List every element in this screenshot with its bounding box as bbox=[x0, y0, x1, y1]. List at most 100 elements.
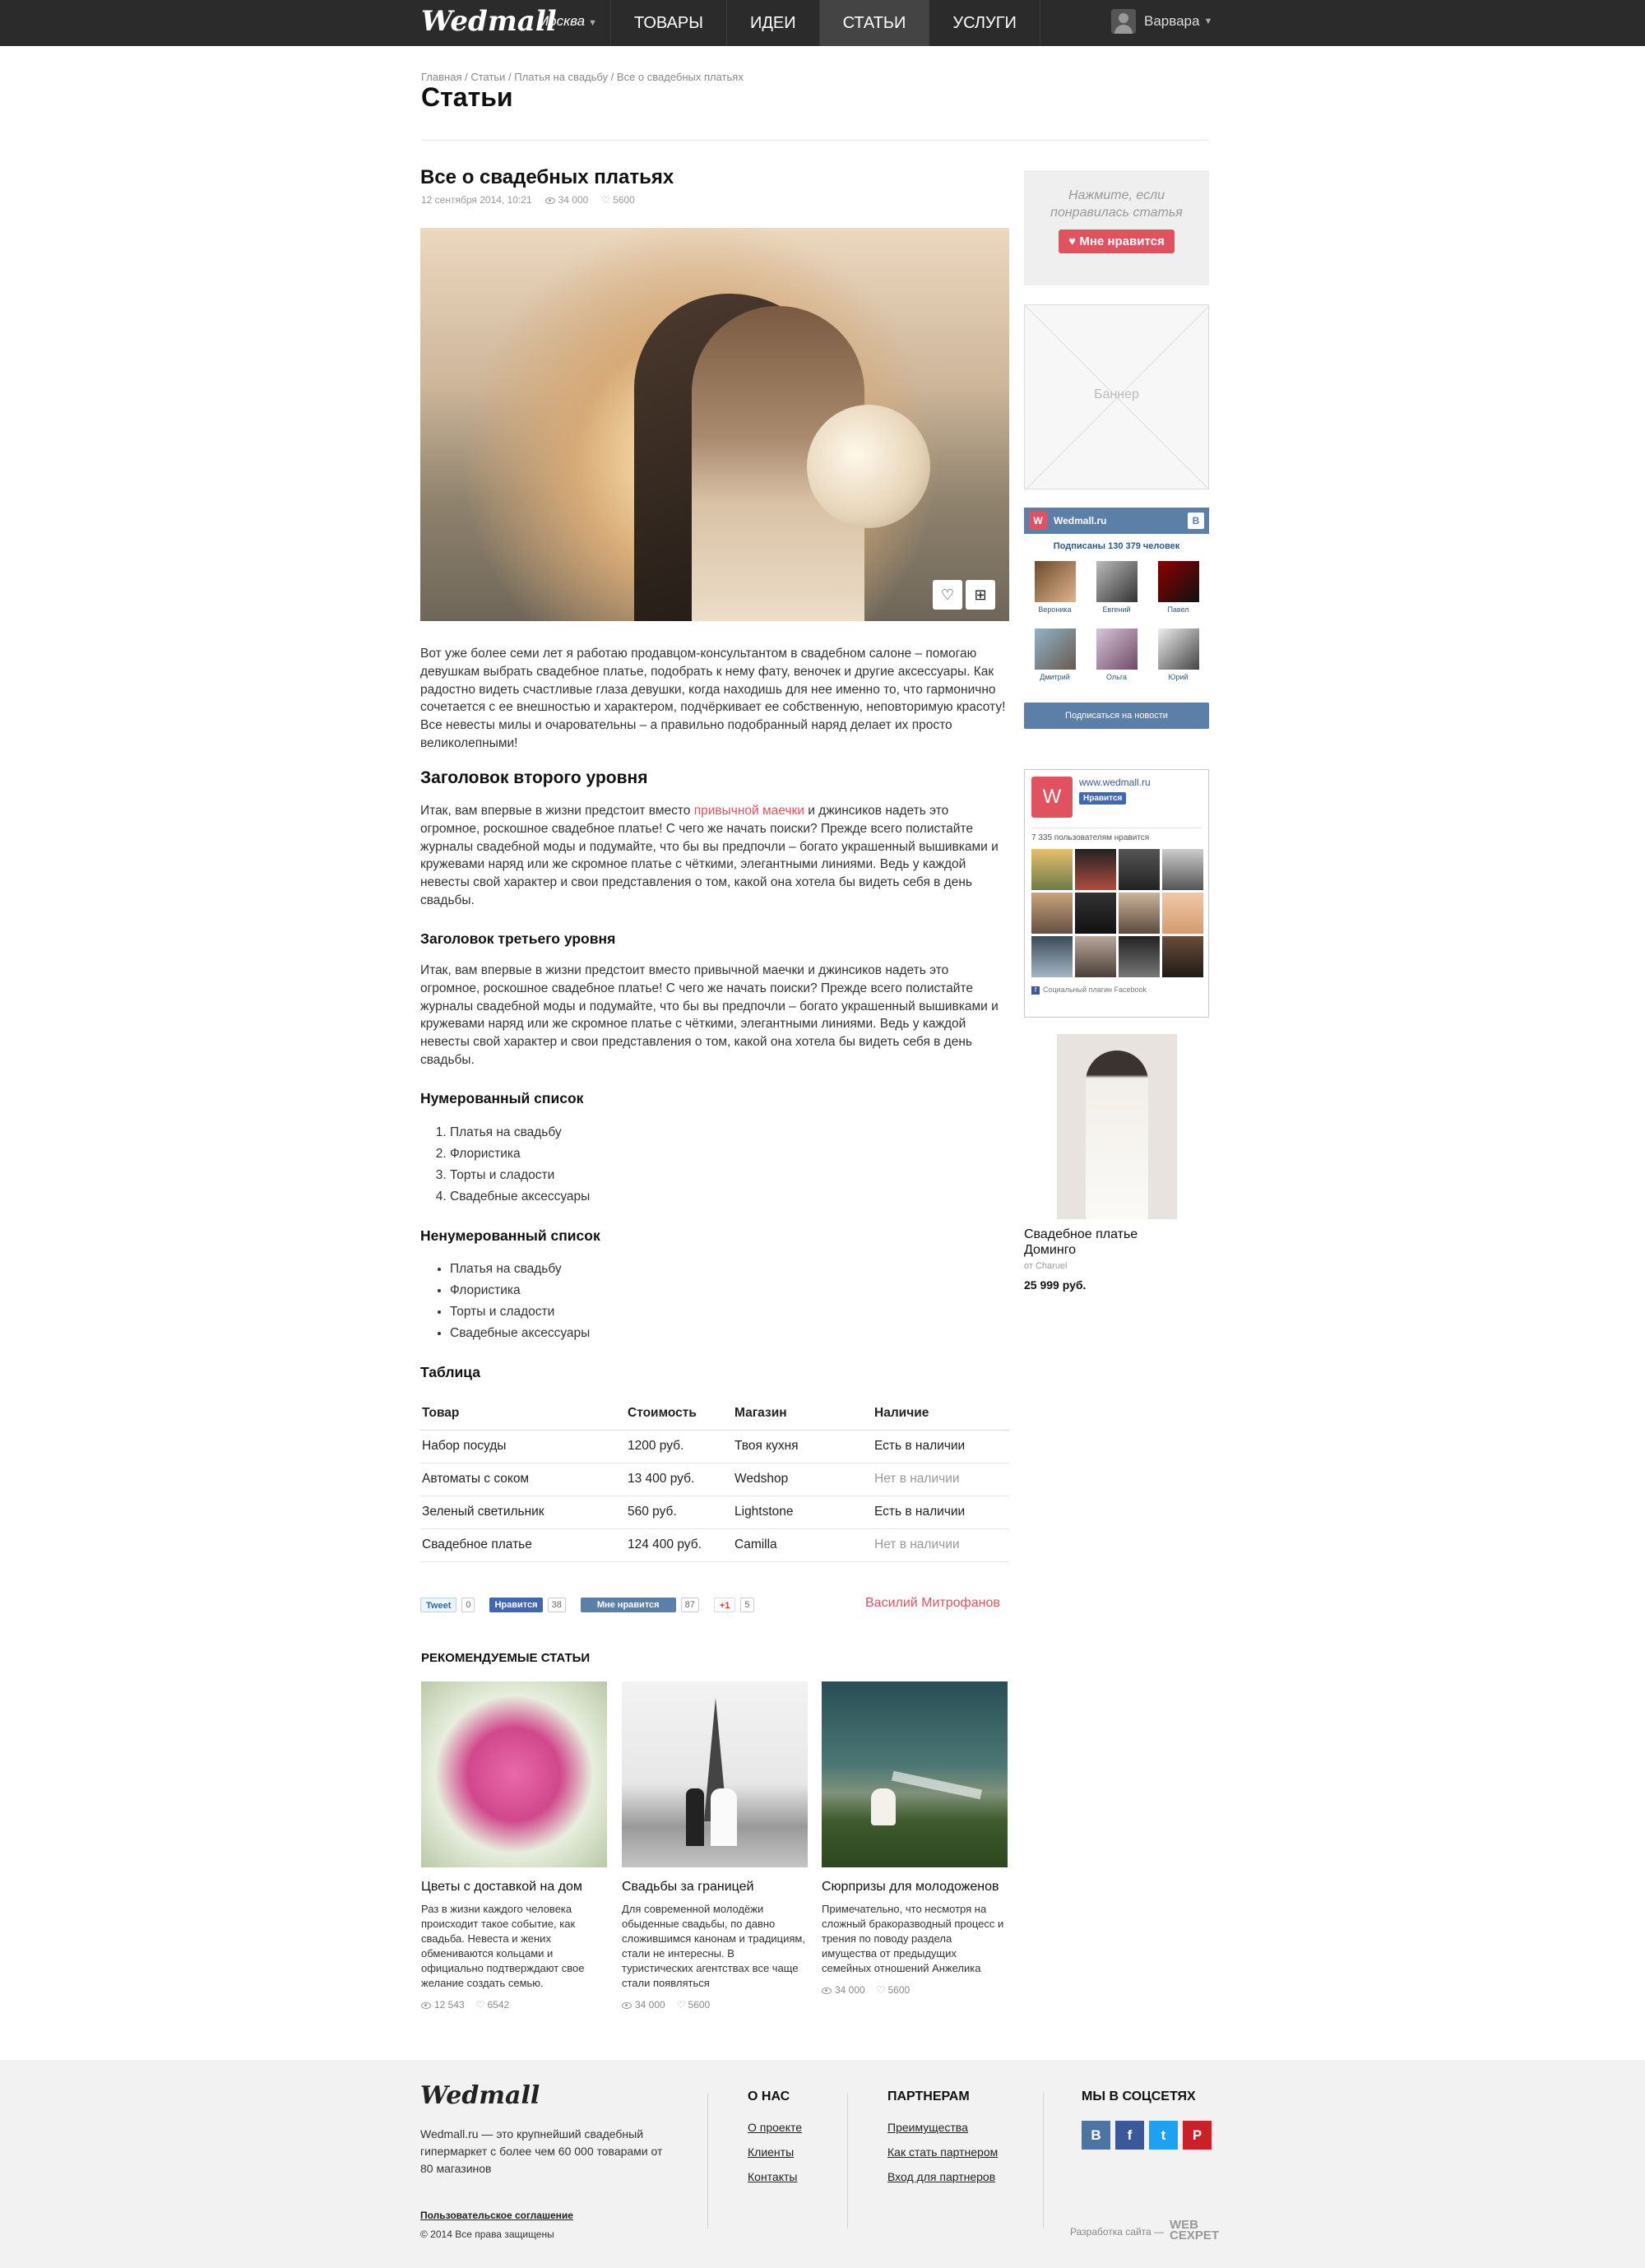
product-link[interactable]: Свадебное платье bbox=[420, 1528, 626, 1562]
table-cell: Нет в наличии bbox=[873, 1463, 1009, 1496]
facebook-icon[interactable]: f bbox=[1115, 2121, 1144, 2150]
nav-item-articles[interactable]: СТАТЬИ bbox=[819, 0, 930, 46]
recommended-card[interactable]: Сюрпризы для молодоженов Примечательно, … bbox=[822, 1681, 1008, 1996]
footer-heading: ПАРТНЕРАМ bbox=[887, 2089, 970, 2103]
article-views: 34 000 bbox=[558, 194, 589, 206]
add-to-collection-button[interactable]: ⊞ bbox=[966, 580, 995, 610]
card-title[interactable]: Цветы с доставкой на дом bbox=[421, 1879, 607, 1895]
share-bar: Tweet 0 Нравится 38 Мне нравится 87 +1 5 bbox=[420, 1598, 764, 1612]
card-likes: 5600 bbox=[887, 1984, 911, 1996]
footer-partners-column: ПАРТНЕРАМ Преимущества Как стать партнер… bbox=[887, 2089, 998, 2195]
footer-link[interactable]: Преимущества bbox=[887, 2121, 998, 2145]
vk-member[interactable]: Вероника bbox=[1024, 561, 1086, 614]
vk-member[interactable]: Евгений bbox=[1086, 561, 1147, 614]
nav-item-services[interactable]: УСЛУГИ bbox=[929, 0, 1040, 46]
table-header: Магазин bbox=[733, 1397, 873, 1431]
card-description: Примечательно, что несмотря на сложный б… bbox=[822, 1903, 1004, 1974]
avatar[interactable] bbox=[1119, 849, 1160, 890]
recommended-card[interactable]: Цветы с доставкой на дом Раз в жизни каж… bbox=[421, 1681, 607, 2011]
user-name: Варвара bbox=[1144, 13, 1200, 29]
footer-link[interactable]: Контакты bbox=[748, 2170, 802, 2195]
product-brand: от Charuel bbox=[1024, 1261, 1068, 1271]
developer-logo[interactable]: WEB СЕХРЕТ bbox=[1170, 2219, 1219, 2242]
table-cell: Нет в наличии bbox=[873, 1528, 1009, 1562]
product-link[interactable]: Зеленый светильник bbox=[420, 1496, 626, 1529]
card-title[interactable]: Сюрпризы для молодоженов bbox=[822, 1879, 1008, 1895]
copyright: © 2014 Все права защищены bbox=[420, 2229, 554, 2240]
avatar[interactable] bbox=[1162, 936, 1203, 977]
footer-link[interactable]: О проекте bbox=[748, 2121, 802, 2145]
table-header: Стоимость bbox=[626, 1397, 733, 1431]
breadcrumb[interactable]: Главная / Статьи / Платья на свадьбу / В… bbox=[421, 71, 744, 83]
article-hero-image: ♡ ⊞ bbox=[420, 228, 1009, 621]
user-agreement-link[interactable]: Пользовательское соглашение bbox=[420, 2210, 573, 2221]
recommended-card[interactable]: Свадьбы за границей Для современной моло… bbox=[622, 1681, 808, 2011]
gplus-button[interactable]: +1 bbox=[713, 1598, 736, 1612]
banner-label: Баннер bbox=[1094, 387, 1139, 401]
table-cell: Lightstone bbox=[733, 1496, 873, 1529]
city-selector[interactable]: Москва ▼ bbox=[537, 13, 597, 30]
site-logo[interactable]: Wedmall bbox=[421, 5, 557, 38]
fb-page-like-button[interactable]: Нравится bbox=[1079, 792, 1127, 805]
product-name[interactable]: Свадебное платье Доминго bbox=[1024, 1227, 1172, 1258]
vk-subscribe-button[interactable]: Подписаться на новости bbox=[1024, 703, 1209, 729]
footer-link[interactable]: Вход для партнеров bbox=[887, 2170, 998, 2195]
nav-item-products[interactable]: ТОВАРЫ bbox=[611, 0, 727, 46]
vk-member[interactable]: Дмитрий bbox=[1024, 628, 1086, 681]
avatar[interactable] bbox=[1119, 893, 1160, 934]
fb-like-button[interactable]: Нравится bbox=[489, 1598, 543, 1612]
list-item: Платья на свадьбу bbox=[450, 1259, 590, 1280]
inline-link[interactable]: привычной маечки bbox=[694, 804, 804, 818]
favorite-heart-button[interactable]: ♡ bbox=[933, 580, 962, 610]
product-link[interactable]: Набор посуды bbox=[420, 1430, 626, 1463]
facebook-icon: f bbox=[1031, 986, 1040, 995]
list-item: Флористика bbox=[450, 1280, 590, 1301]
unordered-list-title: Ненумерованный список bbox=[420, 1227, 600, 1244]
avatar[interactable] bbox=[1031, 936, 1073, 977]
banner-placeholder[interactable]: Баннер bbox=[1024, 304, 1209, 489]
fb-page-url[interactable]: www.wedmall.ru bbox=[1079, 777, 1151, 788]
avatar[interactable] bbox=[1162, 849, 1203, 890]
avatar[interactable] bbox=[1119, 936, 1160, 977]
wedmall-logo-icon: W bbox=[1029, 512, 1047, 530]
vk-member[interactable]: Ольга bbox=[1086, 628, 1147, 681]
vk-icon[interactable]: В bbox=[1082, 2121, 1110, 2150]
like-box: Нажмите, если понравилась статья ♥ Мне н… bbox=[1024, 170, 1209, 285]
user-menu[interactable]: Варвара ▼ bbox=[1111, 9, 1212, 34]
main-nav: ТОВАРЫ ИДЕИ СТАТЬИ УСЛУГИ bbox=[610, 0, 1040, 46]
footer-logo[interactable]: Wedmall bbox=[420, 2081, 540, 2110]
nav-item-ideas[interactable]: ИДЕИ bbox=[727, 0, 820, 46]
product-image[interactable] bbox=[1057, 1034, 1177, 1219]
tweet-button[interactable]: Tweet bbox=[420, 1598, 457, 1612]
heart-icon: ♡ bbox=[876, 1984, 886, 1996]
card-image bbox=[421, 1681, 607, 1867]
avatar[interactable] bbox=[1075, 936, 1116, 977]
avatar[interactable] bbox=[1031, 893, 1073, 934]
vk-member[interactable]: Павел bbox=[1147, 561, 1209, 614]
vk-like-button[interactable]: Мне нравится bbox=[580, 1598, 676, 1612]
avatar[interactable] bbox=[1162, 893, 1203, 934]
like-button[interactable]: ♥ Мне нравится bbox=[1059, 230, 1175, 253]
member-name: Павел bbox=[1167, 605, 1189, 614]
list-item: Свадебные аксессуары bbox=[450, 1186, 590, 1208]
avatar[interactable] bbox=[1075, 849, 1116, 890]
avatar[interactable] bbox=[1075, 893, 1116, 934]
footer-link[interactable]: Клиенты bbox=[748, 2145, 802, 2170]
paragraph-text: Итак, вам впервые в жизни предстоит вмес… bbox=[420, 804, 694, 818]
footer-link[interactable]: Как стать партнером bbox=[887, 2145, 998, 2170]
footer-heading: МЫ В СОЦСЕТЯХ bbox=[1082, 2089, 1196, 2103]
author-link[interactable]: Василий Митрофанов bbox=[865, 1596, 1000, 1611]
vk-member[interactable]: Юрий bbox=[1147, 628, 1209, 681]
table-row: Зеленый светильник 560 руб. Lightstone Есть… bbox=[420, 1496, 1009, 1529]
article-likes: 5600 bbox=[613, 194, 635, 206]
products-table: Товар Стоимость Магазин Наличие Набор по… bbox=[420, 1397, 1009, 1562]
developer-label: Разработка сайта — bbox=[1070, 2226, 1165, 2238]
heading-level-3: Заголовок третьего уровня bbox=[420, 930, 616, 947]
product-link[interactable]: Автоматы с соком bbox=[420, 1463, 626, 1496]
twitter-icon[interactable]: t bbox=[1149, 2121, 1178, 2150]
product-price: 25 999 руб. bbox=[1024, 1278, 1087, 1292]
avatar[interactable] bbox=[1031, 849, 1073, 890]
card-title[interactable]: Свадьбы за границей bbox=[622, 1879, 808, 1895]
pinterest-icon[interactable]: P bbox=[1183, 2121, 1212, 2150]
vk-widget-header[interactable]: W Wedmall.ru В bbox=[1024, 508, 1209, 534]
